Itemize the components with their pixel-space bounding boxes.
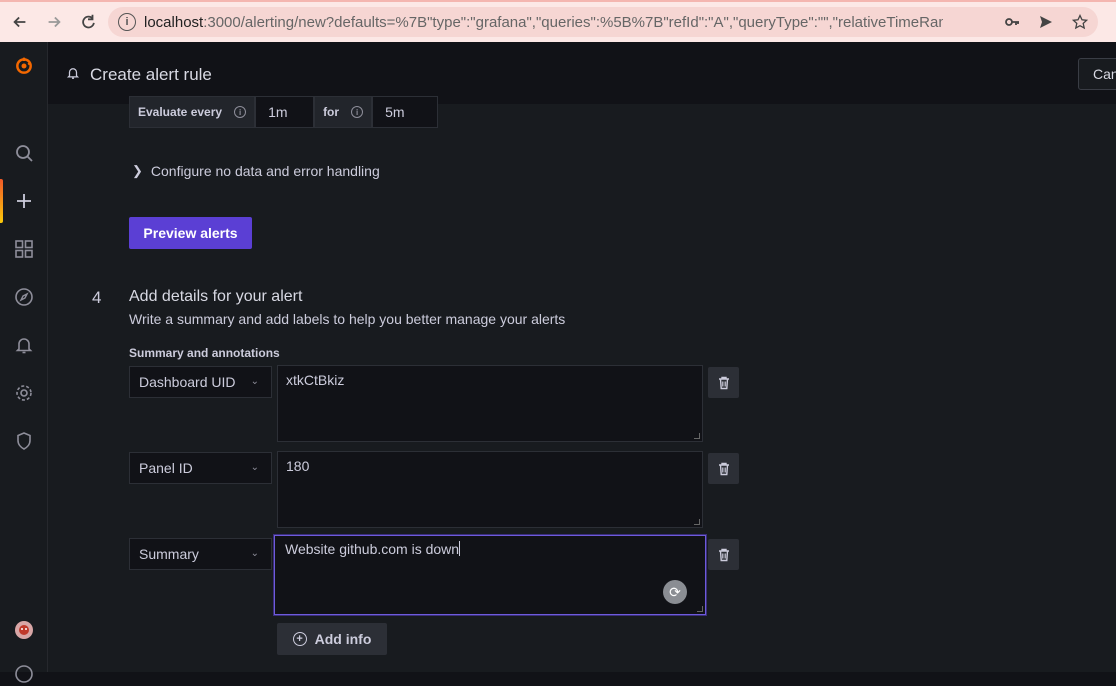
cancel-button[interactable]: Can	[1078, 58, 1116, 90]
browser-toolbar: i localhost:3000/alerting/new?defaults=%…	[0, 0, 1116, 42]
config-toggle-label: Configure no data and error handling	[150, 163, 380, 179]
dashboards-grid-icon[interactable]	[12, 237, 36, 261]
evaluate-every-input[interactable]: 1m	[255, 96, 315, 128]
site-info-icon[interactable]: i	[118, 13, 136, 31]
chevron-down-icon: ⌄	[250, 376, 259, 387]
alerting-bell-icon[interactable]	[12, 333, 36, 357]
for-input[interactable]: 5m	[372, 96, 439, 128]
plus-circle-icon: +	[292, 632, 307, 646]
settings-gear-icon[interactable]	[12, 381, 36, 405]
annotation-value-textarea[interactable]: xtkCtBkiz	[277, 365, 703, 442]
url-path: :3000/alerting/new?defaults=%7B"type":"g…	[203, 13, 944, 31]
step-number: 4	[92, 288, 102, 307]
text-cursor	[459, 541, 461, 556]
plus-icon[interactable]	[12, 189, 36, 213]
evaluate-every-label: Evaluate every i	[129, 96, 256, 128]
help-icon[interactable]	[12, 662, 36, 686]
config-no-data-toggle[interactable]: ❯ Configure no data and error handling	[132, 163, 380, 179]
for-label: for i	[314, 96, 373, 128]
delete-annotation-button[interactable]	[708, 453, 739, 484]
evaluation-row: Evaluate every i 1m for i 5m	[129, 96, 439, 128]
info-icon[interactable]: i	[234, 106, 247, 118]
annotations-label: Summary and annotations	[129, 346, 280, 360]
trash-icon	[718, 548, 729, 561]
shield-icon[interactable]	[12, 429, 36, 453]
alert-form: Evaluate every i 1m for i 5m ❯ Configure…	[48, 96, 1116, 672]
chevron-down-icon: ⌄	[250, 548, 259, 559]
for-text: for	[323, 105, 340, 119]
active-nav-marker	[0, 179, 3, 223]
annotation-key-select[interactable]: Summary ⌄	[129, 538, 272, 570]
delete-annotation-button[interactable]	[708, 367, 739, 398]
page-title: Create alert rule	[90, 65, 212, 84]
trash-icon	[718, 376, 729, 389]
annotation-key-select[interactable]: Dashboard UID ⌄	[129, 366, 272, 398]
resize-handle[interactable]	[694, 433, 700, 439]
chevron-right-icon: ❯	[132, 163, 143, 178]
bell-icon	[66, 66, 80, 85]
grafana-logo-icon[interactable]	[12, 54, 36, 78]
annotation-key-text: Dashboard UID	[139, 374, 236, 390]
grammar-check-icon[interactable]: ⟳	[663, 580, 687, 604]
step-title: Add details for your alert	[129, 288, 303, 305]
url-host: localhost	[144, 13, 204, 31]
add-info-button[interactable]: + Add info	[277, 623, 387, 655]
bookmark-star-icon[interactable]	[1070, 12, 1090, 32]
explore-compass-icon[interactable]	[12, 285, 36, 309]
annotation-value-text: 180	[286, 458, 310, 474]
search-icon[interactable]	[12, 141, 36, 165]
step-description: Write a summary and add labels to help y…	[129, 311, 566, 327]
trash-icon	[718, 462, 729, 475]
chevron-down-icon: ⌄	[250, 462, 259, 473]
annotation-value-text: xtkCtBkiz	[286, 372, 345, 388]
annotation-key-text: Summary	[139, 546, 199, 562]
reload-icon[interactable]	[74, 8, 102, 36]
send-icon[interactable]	[1036, 12, 1056, 32]
evaluate-every-text: Evaluate every	[138, 105, 223, 119]
resize-handle[interactable]	[694, 519, 700, 525]
annotation-key-text: Panel ID	[139, 460, 193, 476]
info-icon[interactable]: i	[351, 106, 364, 118]
annotation-key-select[interactable]: Panel ID ⌄	[129, 452, 272, 484]
annotation-value-textarea[interactable]: Website github.com is down ⟳	[274, 535, 706, 615]
annotation-value-text: Website github.com is down	[285, 541, 460, 557]
back-arrow-icon[interactable]	[6, 8, 34, 36]
resize-handle[interactable]	[697, 606, 703, 612]
sidebar-nav	[0, 42, 48, 683]
key-icon[interactable]	[1002, 12, 1022, 32]
delete-annotation-button[interactable]	[708, 539, 739, 570]
user-avatar-icon[interactable]	[12, 618, 36, 642]
forward-arrow-icon[interactable]	[40, 8, 68, 36]
add-info-label: Add info	[314, 631, 372, 647]
annotation-value-textarea[interactable]: 180	[277, 451, 703, 528]
page-header: Create alert rule Can	[48, 42, 1116, 104]
preview-alerts-button[interactable]: Preview alerts	[129, 217, 252, 249]
address-bar[interactable]: i localhost:3000/alerting/new?defaults=%…	[108, 7, 1098, 37]
